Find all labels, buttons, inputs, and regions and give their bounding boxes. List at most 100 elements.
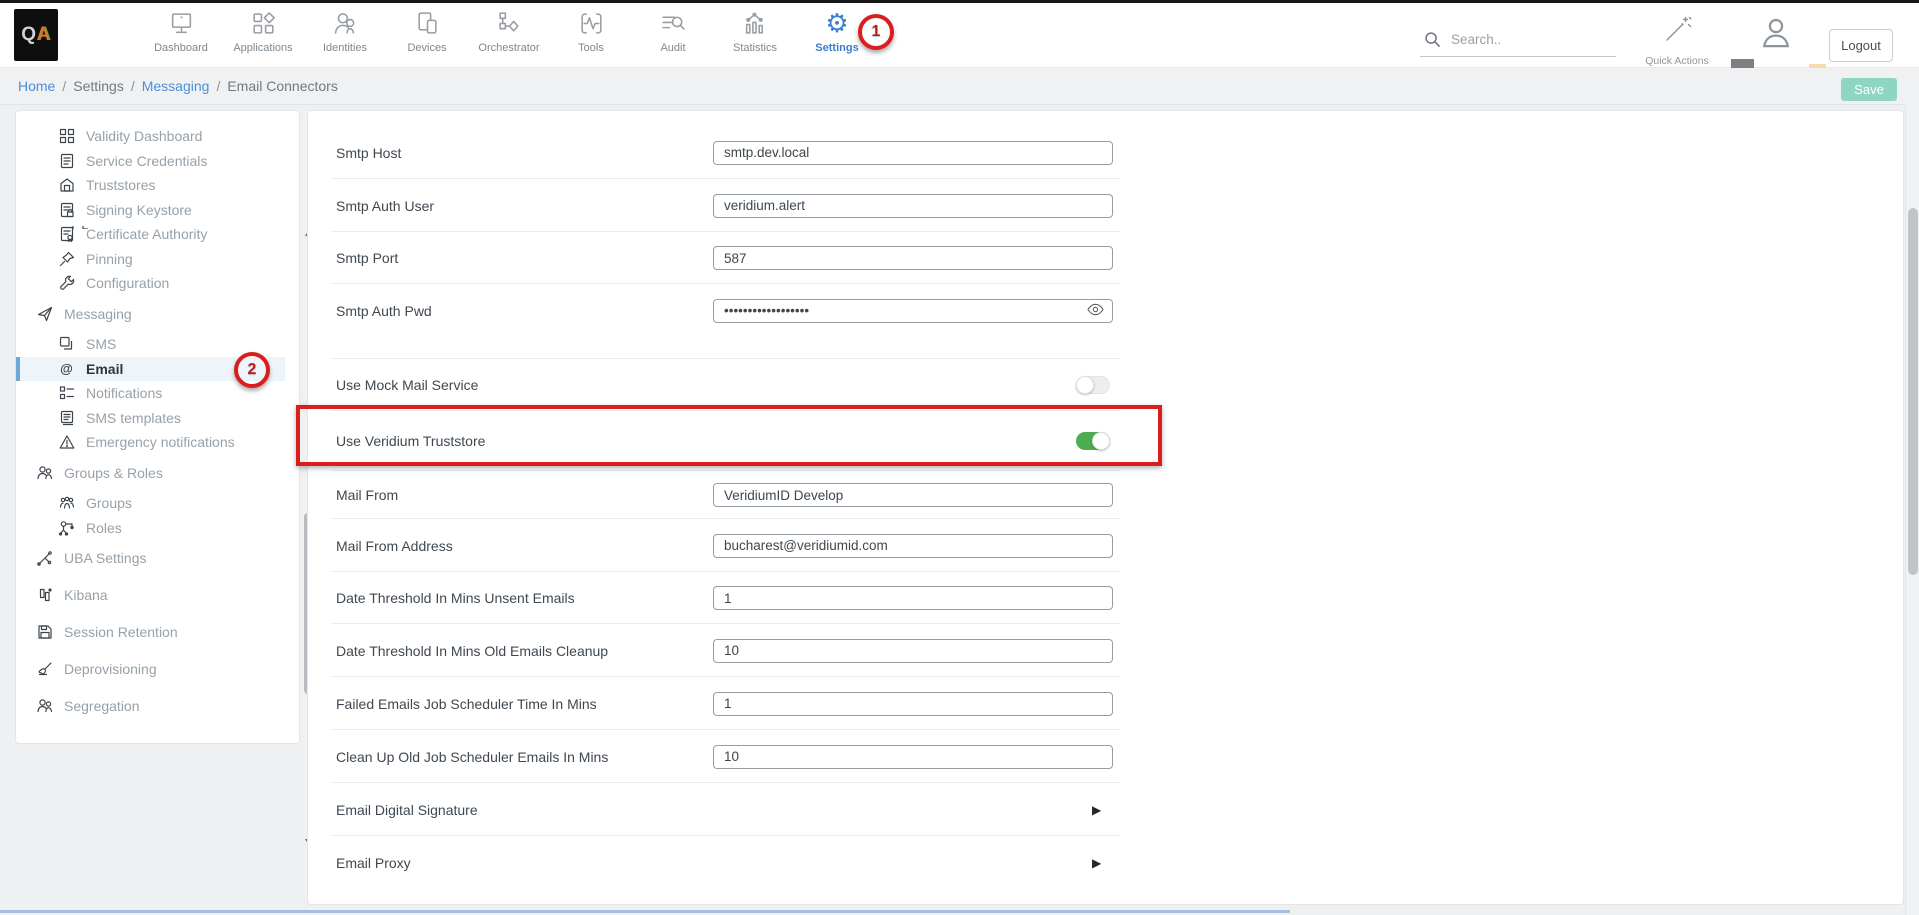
date-threshold-in-mins-unsent-emails-input[interactable] xyxy=(713,586,1113,610)
at-icon: @ xyxy=(58,361,75,377)
sidebar-item-label: Kibana xyxy=(64,587,108,603)
eye-icon[interactable] xyxy=(1087,303,1104,318)
dashboard-icon xyxy=(140,10,222,40)
sidebar-item-sms-templates[interactable]: SMS templates xyxy=(16,406,285,431)
field-label-smtp-host: Smtp Host xyxy=(336,145,401,161)
expand-caret-icon[interactable]: ▶ xyxy=(1092,856,1101,870)
expand-caret-icon[interactable]: ▶ xyxy=(1092,803,1101,817)
sidebar-item-truststores[interactable]: Truststores xyxy=(16,173,285,198)
form-row-smtp-auth-pwd: Smtp Auth Pwd xyxy=(308,284,1903,359)
broom-icon xyxy=(36,661,53,677)
breadcrumb: Home/Settings/Messaging/Email Connectors xyxy=(18,68,338,104)
clean-up-old-job-scheduler-emails-in-mins-input[interactable] xyxy=(713,745,1113,769)
form-row-failed-emails-job-scheduler-time-in-mins: Failed Emails Job Scheduler Time In Mins xyxy=(308,677,1903,730)
sidebar-item-messaging[interactable]: Messaging xyxy=(16,302,285,327)
sidebar-item-label: Certificate Authority xyxy=(86,226,207,242)
mail-from-address-input[interactable] xyxy=(713,534,1113,558)
top-navigation: DashboardApplicationsIdentitiesDevicesOr… xyxy=(140,10,878,54)
sidebar-item-label: SMS xyxy=(86,336,116,352)
date-threshold-in-mins-old-emails-cleanup-input[interactable] xyxy=(713,639,1113,663)
nav-label: Dashboard xyxy=(140,42,222,54)
field-label-use-mock-mail-service: Use Mock Mail Service xyxy=(336,377,478,393)
search-icon xyxy=(1424,31,1441,48)
nav-item-dashboard[interactable]: Dashboard xyxy=(140,10,222,54)
sidebar-item-uba-settings[interactable]: UBA Settings xyxy=(16,546,285,571)
sidebar-item-label: Configuration xyxy=(86,275,169,291)
nav-item-audit[interactable]: Audit xyxy=(632,10,714,54)
group-icon xyxy=(58,495,75,511)
breadcrumb-home[interactable]: Home xyxy=(18,78,55,94)
document-icon xyxy=(58,153,75,169)
smtp-host-input[interactable] xyxy=(713,141,1113,165)
template-icon xyxy=(58,410,75,426)
breadcrumb-email-connectors: Email Connectors xyxy=(227,78,338,94)
app-logo[interactable]: QA xyxy=(14,9,58,61)
nav-item-applications[interactable]: Applications xyxy=(222,10,304,54)
form-row-date-threshold-in-mins-old-emails-cleanup: Date Threshold In Mins Old Emails Cleanu… xyxy=(308,624,1903,677)
sidebar-item-deprovisioning[interactable]: Deprovisioning xyxy=(16,651,285,688)
person-icon xyxy=(1758,14,1794,52)
page-scrollbar[interactable] xyxy=(1905,104,1919,915)
breadcrumb-messaging[interactable]: Messaging xyxy=(142,78,210,94)
sidebar-item-pinning[interactable]: Pinning xyxy=(16,247,285,272)
nav-label: Applications xyxy=(222,42,304,54)
sidebar-item-roles[interactable]: Roles xyxy=(16,516,285,541)
sms-icon xyxy=(58,336,75,352)
floppy-icon xyxy=(36,624,53,640)
sidebar-item-label: Notifications xyxy=(86,385,162,401)
sidebar-item-label: Service Credentials xyxy=(86,153,207,169)
search-input[interactable] xyxy=(1451,32,1601,47)
nav-item-devices[interactable]: Devices xyxy=(386,10,468,54)
warning-icon xyxy=(58,434,75,450)
people-icon xyxy=(36,465,53,481)
user-profile-button[interactable] xyxy=(1758,14,1796,54)
smtp-auth-user-input[interactable] xyxy=(713,194,1113,218)
smtp-port-input[interactable] xyxy=(713,246,1113,270)
global-search[interactable] xyxy=(1420,29,1616,57)
sidebar-item-service-credentials[interactable]: Service Credentials xyxy=(16,149,285,174)
sidebar-item-groups[interactable]: Groups xyxy=(16,491,285,516)
sidebar-item-label: Deprovisioning xyxy=(64,661,157,677)
nav-label: Tools xyxy=(550,42,632,54)
nav-item-identities[interactable]: Identities xyxy=(304,10,386,54)
use-mock-mail-service-toggle[interactable] xyxy=(1076,376,1110,394)
nav-item-statistics[interactable]: Statistics xyxy=(714,10,796,54)
logout-button[interactable]: Logout xyxy=(1829,29,1893,62)
field-input-wrap xyxy=(713,534,1113,558)
nav-item-orchestrator[interactable]: Orchestrator xyxy=(468,10,550,54)
sidebar-item-label: Groups xyxy=(86,495,132,511)
sidebar-item-groups-roles[interactable]: Groups & Roles xyxy=(16,461,285,486)
identities-icon xyxy=(304,10,386,40)
sidebar-item-signing-keystore[interactable]: Signing Keystore xyxy=(16,198,285,223)
failed-emails-job-scheduler-time-in-mins-input[interactable] xyxy=(713,692,1113,716)
page-scroll-thumb[interactable] xyxy=(1908,208,1918,575)
field-input-wrap xyxy=(713,483,1113,507)
sidebar-item-label: Validity Dashboard xyxy=(86,128,202,144)
field-label-smtp-auth-user: Smtp Auth User xyxy=(336,198,434,214)
sidebar-item-session-retention[interactable]: Session Retention xyxy=(16,614,285,651)
form-row-mail-from: Mail From xyxy=(308,471,1903,519)
sidebar-item-label: Session Retention xyxy=(64,624,178,640)
quick-actions-button[interactable]: Quick Actions xyxy=(1644,14,1710,67)
mail-from-input[interactable] xyxy=(713,483,1113,507)
sidebar-item-label: Email xyxy=(86,361,123,377)
save-button[interactable]: Save xyxy=(1841,78,1897,101)
use-veridium-truststore-toggle[interactable] xyxy=(1076,432,1110,450)
sidebar-item-segregation[interactable]: Segregation xyxy=(16,688,285,725)
sidebar-item-validity-dashboard[interactable]: Validity Dashboard xyxy=(16,124,285,149)
breadcrumb-settings: Settings xyxy=(73,78,124,94)
field-input-wrap xyxy=(713,586,1113,610)
sidebar-item-configuration[interactable]: Configuration xyxy=(16,271,285,296)
sidebar-item-label: Roles xyxy=(86,520,122,536)
annotation-step-2: 2 xyxy=(234,352,270,388)
sidebar-item-certificate-authority[interactable]: Certificate Authority xyxy=(16,222,285,247)
smtp-auth-pwd-input[interactable] xyxy=(713,299,1113,323)
breadcrumb-separator: / xyxy=(131,78,135,94)
form-row-use-veridium-truststore: Use Veridium Truststore xyxy=(308,411,1903,471)
form-row-smtp-port: Smtp Port xyxy=(308,232,1903,284)
sidebar-item-kibana[interactable]: Kibana xyxy=(16,577,285,614)
form-row-email-digital-signature: Email Digital Signature▶ xyxy=(308,783,1903,836)
sidebar-menu: Validity Dashboard Service Credentials Tru… xyxy=(16,124,285,725)
sidebar-item-emergency-notifications[interactable]: Emergency notifications xyxy=(16,430,285,455)
nav-item-tools[interactable]: Tools xyxy=(550,10,632,54)
